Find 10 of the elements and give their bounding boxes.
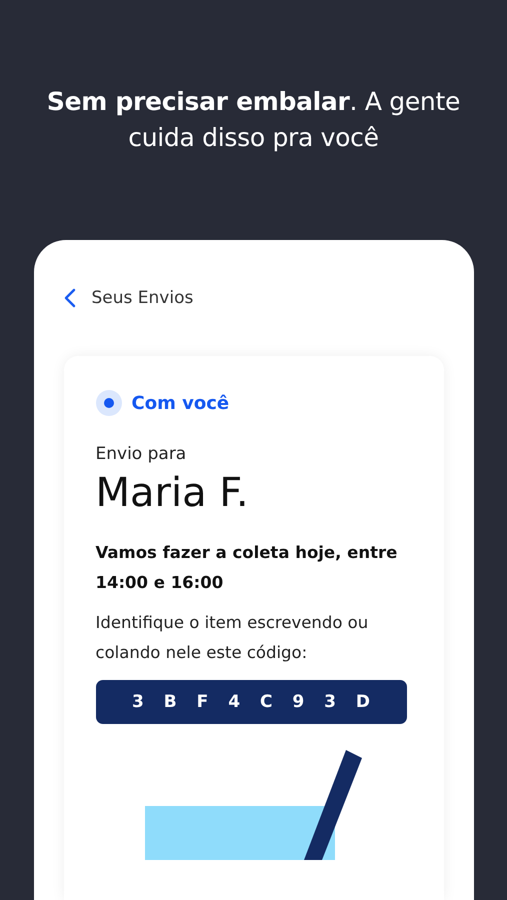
instruction-text: Identifique o item escrevendo ou colando nele este código: (96, 612, 370, 664)
back-icon (64, 288, 76, 308)
recipient-label: Envio para (96, 444, 188, 464)
back-button[interactable]: Seus Envios (64, 288, 194, 308)
status-dot-icon (96, 390, 122, 416)
status-label: Com você (132, 392, 230, 414)
pickup-text: Vamos fazer a coleta hoje, entre 14:00 e 16:00 (96, 542, 398, 594)
recipient-name: Maria F. (96, 470, 250, 516)
headline: Sem precisar embalar. A gente cuida disso pra você (46, 86, 462, 154)
item-code: 3 B F 4 C 9 3 D (96, 680, 406, 724)
